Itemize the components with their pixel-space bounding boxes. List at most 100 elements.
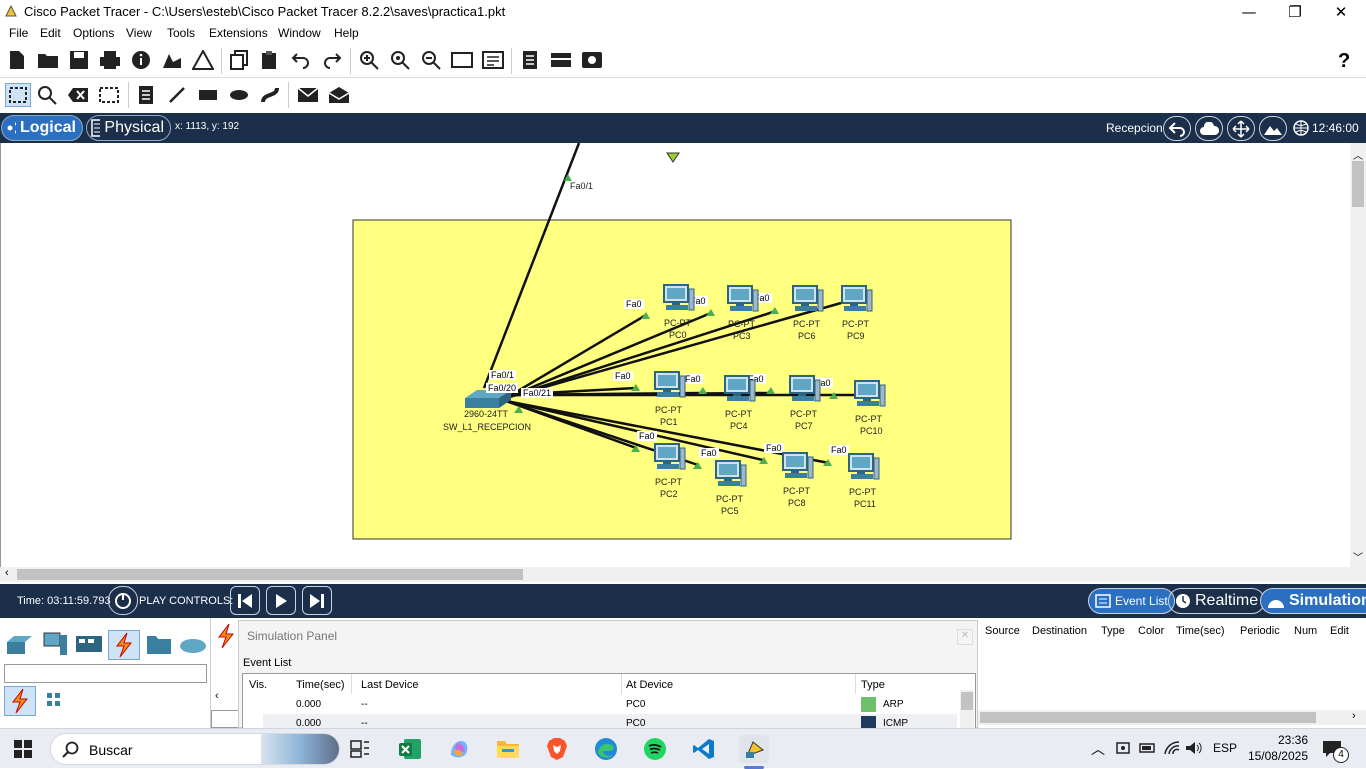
- table-row[interactable]: 0.000 -- PC0 ARP: [263, 694, 957, 714]
- pdu-scrollbar[interactable]: ›: [978, 710, 1366, 725]
- task-view-icon[interactable]: [345, 735, 375, 763]
- pc-device[interactable]: [725, 284, 759, 314]
- open-icon[interactable]: [37, 49, 59, 71]
- zoom-out-icon[interactable]: [420, 49, 442, 71]
- excel-icon[interactable]: [395, 735, 425, 763]
- play-icon[interactable]: [266, 586, 296, 615]
- activity-wizard-icon[interactable]: [161, 49, 183, 71]
- custom-device-icon[interactable]: [482, 49, 504, 71]
- menu-options[interactable]: Options: [73, 26, 114, 40]
- undo-icon[interactable]: [290, 49, 312, 71]
- device-marker-icon[interactable]: [666, 152, 680, 163]
- file-explorer-icon[interactable]: [493, 735, 523, 763]
- wifi-icon[interactable]: [1163, 740, 1181, 759]
- components-icon[interactable]: [74, 630, 106, 660]
- zoom-reset-icon[interactable]: [389, 49, 411, 71]
- connection-lightning-icon[interactable]: [213, 622, 239, 650]
- end-devices-icon[interactable]: [40, 630, 72, 660]
- copy-icon[interactable]: [228, 49, 250, 71]
- device-strip-scrollbar[interactable]: [211, 710, 241, 728]
- physical-tab[interactable]: Physical: [86, 115, 171, 141]
- zoom-in-icon[interactable]: [358, 49, 380, 71]
- menu-help[interactable]: Help: [334, 26, 359, 40]
- cluster-cloud-icon[interactable]: [1195, 116, 1223, 141]
- pc-device[interactable]: [722, 374, 756, 404]
- realtime-button[interactable]: Realtime: [1168, 588, 1266, 614]
- event-list-scrollbar[interactable]: [960, 690, 974, 728]
- pc-device[interactable]: [652, 370, 686, 400]
- pc-device[interactable]: [852, 379, 886, 409]
- spotify-icon[interactable]: [640, 735, 670, 763]
- screenshot-icon[interactable]: [581, 49, 603, 71]
- topology-canvas[interactable]: [1, 143, 1351, 567]
- pc-device[interactable]: [787, 374, 821, 404]
- background-image-icon[interactable]: [1259, 116, 1287, 141]
- scroll-thumb[interactable]: [1352, 161, 1364, 207]
- close-button[interactable]: ✕: [1318, 0, 1364, 24]
- horizontal-scrollbar[interactable]: ‹: [0, 567, 1366, 582]
- meet-now-icon[interactable]: [1115, 740, 1131, 759]
- paste-icon[interactable]: [259, 49, 281, 71]
- step-back-icon[interactable]: [230, 586, 260, 615]
- brave-icon[interactable]: [542, 735, 572, 763]
- vscode-icon[interactable]: [689, 735, 719, 763]
- language-indicator[interactable]: ESP: [1213, 741, 1237, 755]
- back-icon[interactable]: [1163, 116, 1191, 141]
- pc-device[interactable]: [839, 284, 873, 314]
- scroll-left-icon[interactable]: ‹: [5, 567, 9, 579]
- minimize-button[interactable]: —: [1226, 0, 1272, 24]
- network-info-icon[interactable]: [192, 49, 214, 71]
- logical-tab[interactable]: Logical: [1, 115, 83, 141]
- redo-icon[interactable]: [321, 49, 343, 71]
- place-note-icon[interactable]: [135, 84, 157, 106]
- copilot-icon[interactable]: [444, 735, 474, 763]
- show-hidden-icons[interactable]: ︿: [1091, 739, 1105, 759]
- taskbar-search[interactable]: Buscar: [50, 733, 340, 765]
- scroll-down-icon[interactable]: ﹀: [1353, 549, 1363, 564]
- scroll-left-icon[interactable]: ‹: [215, 690, 219, 702]
- multiuser-icon[interactable]: [178, 630, 210, 660]
- scroll-thumb[interactable]: [17, 569, 523, 580]
- maximize-button[interactable]: ❐: [1272, 0, 1318, 24]
- freeform-icon[interactable]: [259, 84, 281, 106]
- packet-tracer-taskbar-icon[interactable]: [739, 735, 769, 763]
- simulation-button[interactable]: Simulation: [1260, 588, 1366, 614]
- menu-file[interactable]: File: [9, 26, 28, 40]
- logical-workspace[interactable]: Fa0/1 Fa0/1 Fa0/20 Fa0/21 2960-24TT SW_L…: [0, 143, 1350, 567]
- start-icon[interactable]: [8, 735, 38, 763]
- notes-icon[interactable]: [519, 49, 541, 71]
- drawing-palette-icon[interactable]: [451, 49, 473, 71]
- save-icon[interactable]: [68, 49, 90, 71]
- panel-close-icon[interactable]: ✕: [957, 629, 973, 645]
- draw-rectangle-icon[interactable]: [197, 84, 219, 106]
- connection-grid-icon[interactable]: [44, 690, 66, 712]
- taskbar-date[interactable]: 15/08/2025: [1246, 749, 1308, 763]
- viewport-icon[interactable]: [550, 49, 572, 71]
- menu-window[interactable]: Window: [278, 26, 321, 40]
- event-list-button[interactable]: Event List: [1088, 588, 1175, 614]
- battery-icon[interactable]: [1139, 740, 1157, 759]
- vertical-scrollbar[interactable]: ︿ ﹀: [1350, 143, 1366, 567]
- pc-device[interactable]: [780, 451, 814, 481]
- scroll-up-icon[interactable]: ︿: [1353, 147, 1363, 162]
- new-icon[interactable]: [6, 49, 28, 71]
- resize-shape-icon[interactable]: [98, 84, 120, 106]
- pc-device[interactable]: [652, 442, 686, 472]
- add-simple-pdu-icon[interactable]: [297, 84, 319, 106]
- draw-ellipse-icon[interactable]: [228, 84, 250, 106]
- power-cycle-icon[interactable]: [108, 586, 138, 615]
- connections-icon[interactable]: [108, 630, 140, 660]
- device-search-input[interactable]: [4, 664, 207, 683]
- help-icon[interactable]: ?: [1338, 50, 1350, 73]
- volume-icon[interactable]: [1185, 740, 1203, 759]
- info-icon[interactable]: [130, 49, 152, 71]
- pc-device[interactable]: [713, 459, 747, 489]
- pc-device[interactable]: [846, 452, 880, 482]
- delete-icon[interactable]: [67, 84, 89, 106]
- draw-line-icon[interactable]: [166, 84, 188, 106]
- pc-device[interactable]: [661, 283, 695, 313]
- miscellaneous-icon[interactable]: [144, 630, 176, 660]
- menu-edit[interactable]: Edit: [40, 26, 61, 40]
- inspect-icon[interactable]: [36, 84, 58, 106]
- step-forward-icon[interactable]: [302, 586, 332, 615]
